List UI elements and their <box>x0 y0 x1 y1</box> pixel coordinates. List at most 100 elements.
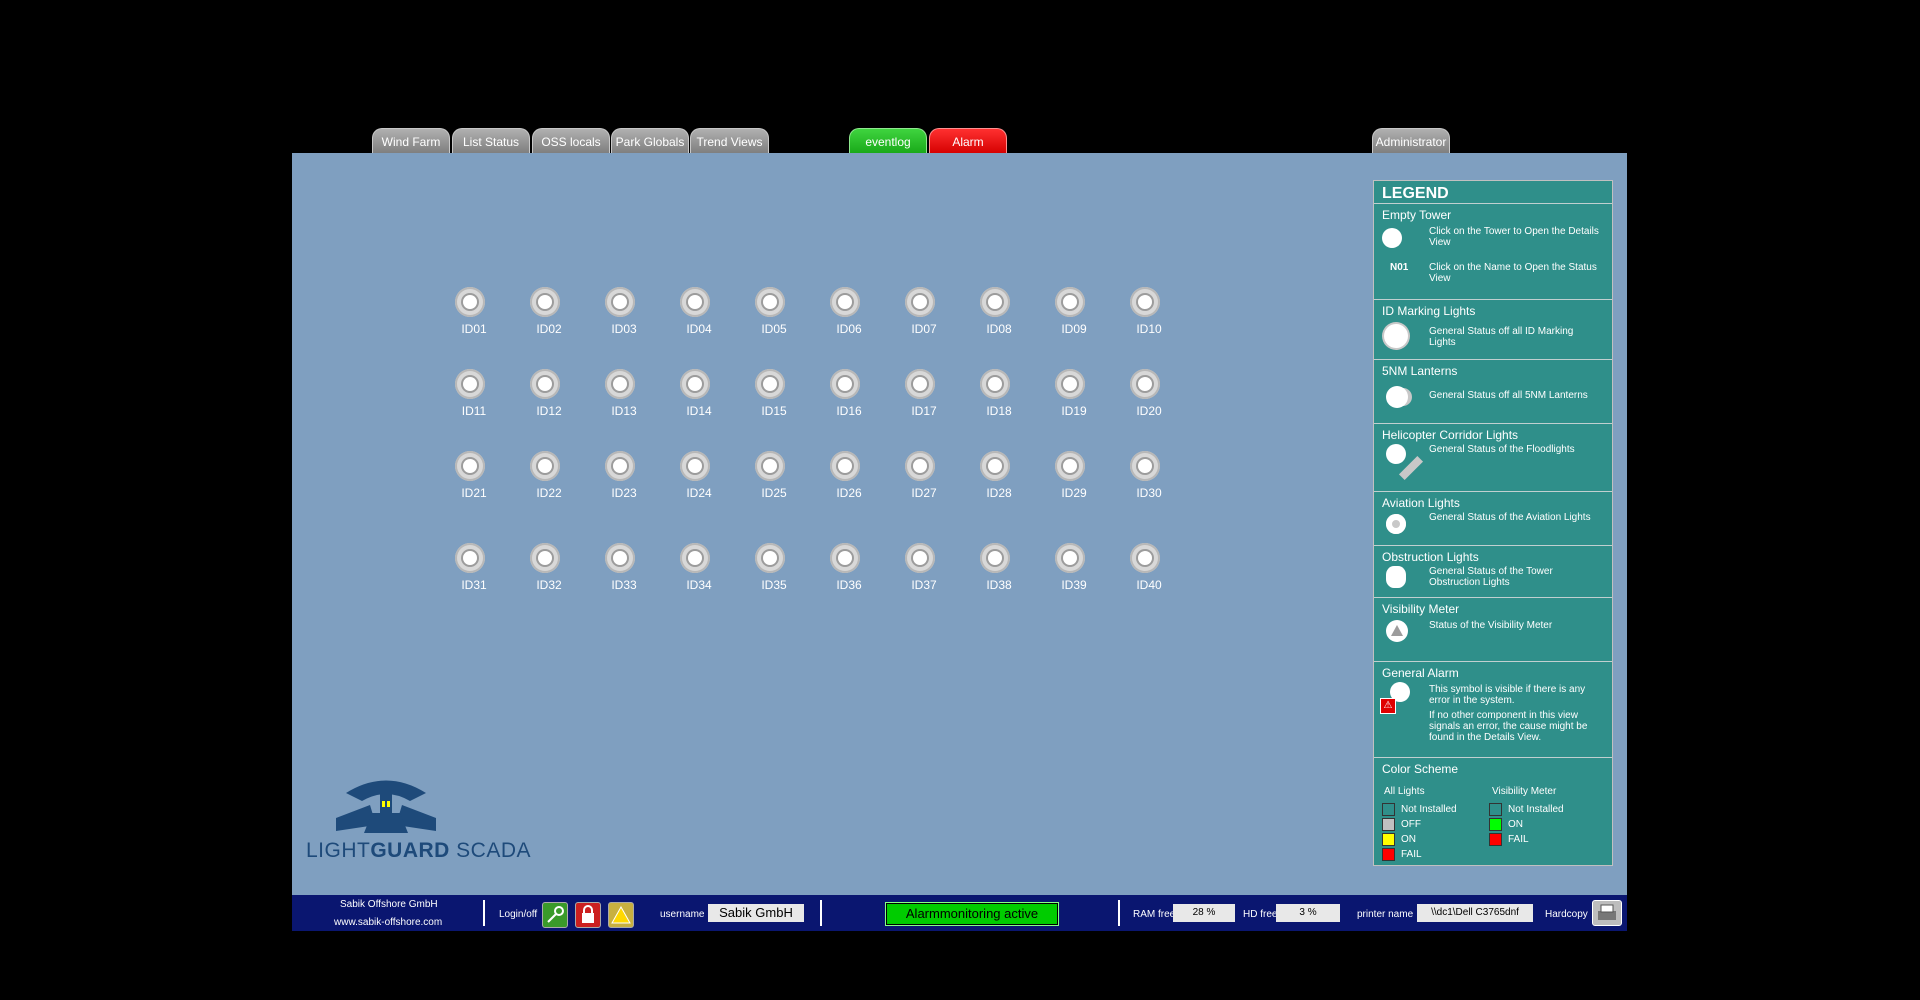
printer-icon[interactable] <box>1592 900 1622 926</box>
tower-id34[interactable]: ID34 <box>665 543 725 599</box>
tower-id20[interactable]: ID20 <box>1115 369 1175 425</box>
tower-id27[interactable]: ID27 <box>890 451 950 507</box>
tower-label[interactable]: ID16 <box>815 404 875 418</box>
tower-icon[interactable] <box>605 451 635 481</box>
tower-label[interactable]: ID27 <box>890 486 950 500</box>
tower-id13[interactable]: ID13 <box>590 369 650 425</box>
tower-icon[interactable] <box>980 451 1010 481</box>
tab-eventlog[interactable]: eventlog <box>849 128 927 154</box>
tower-icon[interactable] <box>830 369 860 399</box>
tower-id25[interactable]: ID25 <box>740 451 800 507</box>
tower-id26[interactable]: ID26 <box>815 451 875 507</box>
tower-icon[interactable] <box>905 451 935 481</box>
tower-id32[interactable]: ID32 <box>515 543 575 599</box>
tower-id12[interactable]: ID12 <box>515 369 575 425</box>
tower-id39[interactable]: ID39 <box>1040 543 1100 599</box>
tower-label[interactable]: ID22 <box>515 486 575 500</box>
tower-icon[interactable] <box>755 543 785 573</box>
tower-label[interactable]: ID38 <box>965 578 1025 592</box>
tower-label[interactable]: ID11 <box>440 404 500 418</box>
tower-label[interactable]: ID10 <box>1115 322 1175 336</box>
tower-icon[interactable] <box>455 369 485 399</box>
tower-id38[interactable]: ID38 <box>965 543 1025 599</box>
tower-id29[interactable]: ID29 <box>1040 451 1100 507</box>
tab-alarm[interactable]: Alarm <box>929 128 1007 154</box>
tower-icon[interactable] <box>830 287 860 317</box>
tower-label[interactable]: ID26 <box>815 486 875 500</box>
tower-label[interactable]: ID12 <box>515 404 575 418</box>
tower-label[interactable]: ID28 <box>965 486 1025 500</box>
tower-label[interactable]: ID04 <box>665 322 725 336</box>
company-website[interactable]: www.sabik-offshore.com <box>334 917 442 928</box>
tower-id21[interactable]: ID21 <box>440 451 500 507</box>
tower-icon[interactable] <box>455 287 485 317</box>
tower-label[interactable]: ID25 <box>740 486 800 500</box>
tower-id02[interactable]: ID02 <box>515 287 575 343</box>
tower-icon[interactable] <box>980 287 1010 317</box>
tower-id08[interactable]: ID08 <box>965 287 1025 343</box>
tower-icon[interactable] <box>680 369 710 399</box>
tower-id35[interactable]: ID35 <box>740 543 800 599</box>
tower-icon[interactable] <box>530 451 560 481</box>
tower-icon[interactable] <box>1130 287 1160 317</box>
tower-label[interactable]: ID40 <box>1115 578 1175 592</box>
tower-id24[interactable]: ID24 <box>665 451 725 507</box>
tower-id31[interactable]: ID31 <box>440 543 500 599</box>
tower-label[interactable]: ID13 <box>590 404 650 418</box>
tower-label[interactable]: ID19 <box>1040 404 1100 418</box>
tower-label[interactable]: ID34 <box>665 578 725 592</box>
tower-id11[interactable]: ID11 <box>440 369 500 425</box>
tower-label[interactable]: ID06 <box>815 322 875 336</box>
tower-icon[interactable] <box>980 369 1010 399</box>
login-key-icon[interactable] <box>542 902 568 928</box>
tower-id01[interactable]: ID01 <box>440 287 500 343</box>
tower-label[interactable]: ID31 <box>440 578 500 592</box>
tower-icon[interactable] <box>830 451 860 481</box>
tower-id37[interactable]: ID37 <box>890 543 950 599</box>
tower-icon[interactable] <box>530 543 560 573</box>
warning-icon[interactable] <box>608 902 634 928</box>
tower-icon[interactable] <box>905 543 935 573</box>
tower-icon[interactable] <box>905 369 935 399</box>
tower-label[interactable]: ID09 <box>1040 322 1100 336</box>
tower-icon[interactable] <box>605 543 635 573</box>
tower-id30[interactable]: ID30 <box>1115 451 1175 507</box>
tower-id06[interactable]: ID06 <box>815 287 875 343</box>
tower-label[interactable]: ID01 <box>440 322 500 336</box>
tower-icon[interactable] <box>980 543 1010 573</box>
tower-icon[interactable] <box>1130 451 1160 481</box>
tower-label[interactable]: ID35 <box>740 578 800 592</box>
tower-label[interactable]: ID15 <box>740 404 800 418</box>
tower-label[interactable]: ID21 <box>440 486 500 500</box>
tower-id33[interactable]: ID33 <box>590 543 650 599</box>
tower-icon[interactable] <box>1055 543 1085 573</box>
tower-label[interactable]: ID37 <box>890 578 950 592</box>
tower-id03[interactable]: ID03 <box>590 287 650 343</box>
tower-icon[interactable] <box>1130 543 1160 573</box>
tower-icon[interactable] <box>905 287 935 317</box>
tower-icon[interactable] <box>830 543 860 573</box>
tower-label[interactable]: ID02 <box>515 322 575 336</box>
lock-icon[interactable] <box>575 902 601 928</box>
tower-id04[interactable]: ID04 <box>665 287 725 343</box>
tower-label[interactable]: ID08 <box>965 322 1025 336</box>
tower-id16[interactable]: ID16 <box>815 369 875 425</box>
tower-icon[interactable] <box>680 287 710 317</box>
tower-label[interactable]: ID18 <box>965 404 1025 418</box>
tower-id10[interactable]: ID10 <box>1115 287 1175 343</box>
tab-park-globals[interactable]: Park Globals <box>611 128 689 154</box>
tower-id22[interactable]: ID22 <box>515 451 575 507</box>
tower-label[interactable]: ID20 <box>1115 404 1175 418</box>
tower-label[interactable]: ID05 <box>740 322 800 336</box>
tab-oss-locals[interactable]: OSS locals <box>532 128 610 154</box>
tower-icon[interactable] <box>1055 369 1085 399</box>
tower-label[interactable]: ID07 <box>890 322 950 336</box>
tower-id18[interactable]: ID18 <box>965 369 1025 425</box>
tower-id19[interactable]: ID19 <box>1040 369 1100 425</box>
tower-icon[interactable] <box>530 287 560 317</box>
tower-id40[interactable]: ID40 <box>1115 543 1175 599</box>
tab-list-status[interactable]: List Status <box>452 128 530 154</box>
tab-trend-views[interactable]: Trend Views <box>690 128 769 154</box>
tower-id05[interactable]: ID05 <box>740 287 800 343</box>
tower-icon[interactable] <box>680 543 710 573</box>
